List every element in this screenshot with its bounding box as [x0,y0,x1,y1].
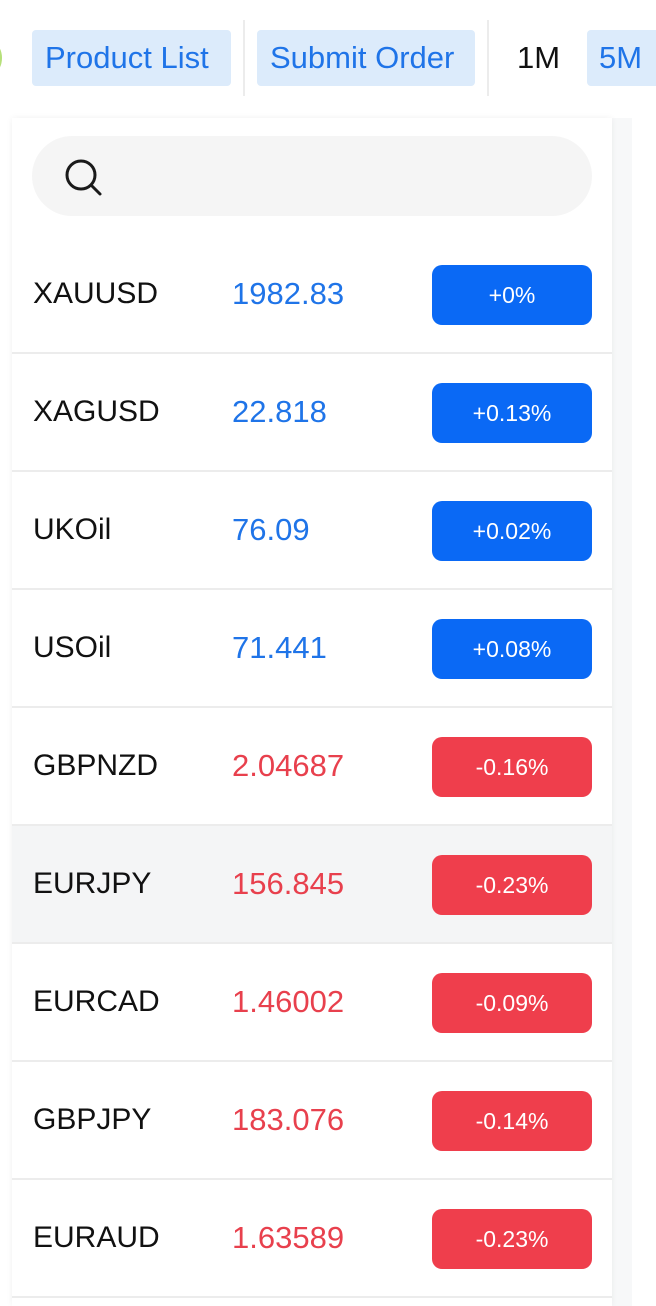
top-toolbar: Product List Submit Order 1M 5M [0,0,656,118]
quote-row[interactable]: GBPNZD 2.04687 -0.16% [12,708,612,826]
quote-price: 1.46002 [232,984,345,1019]
quote-symbol: EURCAD [33,985,160,1018]
quote-row[interactable]: XAUUSD 1982.83 +0% [12,236,612,354]
change-badge: +0.08% [432,619,592,679]
quote-price: 1.63589 [232,1220,345,1255]
change-badge: -0.09% [432,973,592,1033]
timeframe-1m-button[interactable]: 1M [517,30,560,86]
change-badge: -0.23% [432,1209,592,1269]
quote-symbol: XAGUSD [33,395,160,428]
quote-price: 22.818 [232,394,327,429]
quote-symbol: GBPJPY [33,1103,152,1136]
quote-symbol: XAUUSD [33,277,159,310]
quote-row[interactable]: GBPJPY 183.076 -0.14% [12,1062,612,1180]
timeframe-5m-button[interactable]: 5M [587,30,656,86]
quote-symbol: GBPNZD [33,749,159,782]
panel-edge [612,118,632,1306]
quote-price: 1982.83 [232,276,345,311]
quote-row[interactable]: EURCAD 1.46002 -0.09% [12,944,612,1062]
search-icon [65,159,102,196]
change-badge: +0.02% [432,501,592,561]
quote-row[interactable]: UKOil 76.09 +0.02% [12,472,612,590]
change-badge: -0.23% [432,855,592,915]
status-dot [0,44,2,72]
toolbar-divider [487,20,489,96]
change-badge: +0.13% [432,383,592,443]
quote-symbol: EURAUD [33,1221,160,1254]
change-badge: -0.14% [432,1091,592,1151]
quote-symbol: USOil [33,631,112,664]
quote-price: 76.09 [232,512,310,547]
search-bar[interactable] [32,136,592,216]
change-badge: +0% [432,265,592,325]
quote-price: 2.04687 [232,748,345,783]
change-badge: -0.16% [432,737,592,797]
product-list-button[interactable]: Product List [32,30,231,86]
quote-price: 156.845 [232,866,345,901]
quote-row[interactable]: XAGUSD 22.818 +0.13% [12,354,612,472]
submit-order-button[interactable]: Submit Order [257,30,475,86]
quote-row[interactable]: USOil 71.441 +0.08% [12,590,612,708]
quote-price: 71.441 [232,630,327,665]
quote-row[interactable]: EURJPY 156.845 -0.23% [12,826,612,944]
quote-price: 183.076 [232,1102,345,1137]
quote-panel: XAUUSD 1982.83 +0% XAGUSD 22.818 +0.13% UKOil 7… [12,118,612,1306]
quote-symbol: EURJPY [33,867,152,900]
toolbar-divider [243,20,245,96]
quote-symbol: UKOil [33,513,112,546]
search-input[interactable] [118,152,572,202]
quote-list: XAUUSD 1982.83 +0% XAGUSD 22.818 +0.13% UKOil 7… [12,236,612,1298]
quote-row[interactable]: EURAUD 1.63589 -0.23% [12,1180,612,1298]
